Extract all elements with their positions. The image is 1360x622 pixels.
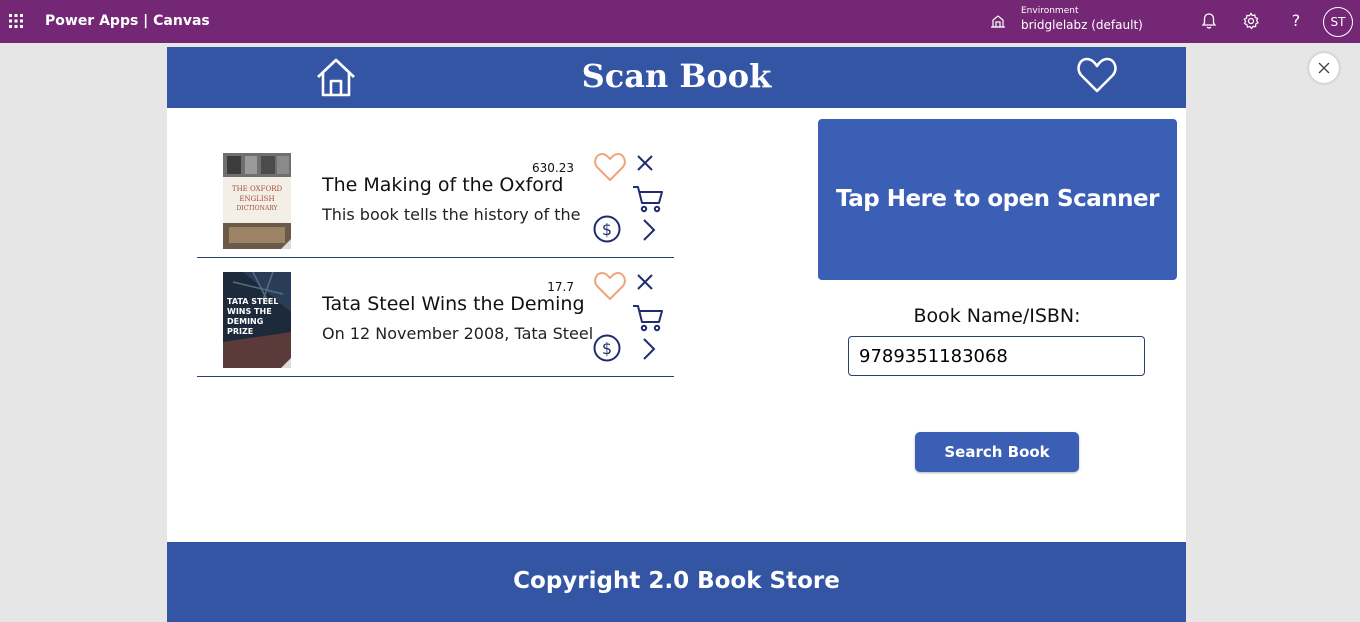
dollar-icon[interactable]: $ (593, 334, 621, 362)
cover-text-line: WINS THE (227, 307, 272, 316)
waffle-icon[interactable] (8, 13, 24, 29)
app-brand: Power Apps | Canvas (45, 13, 210, 29)
heart-icon[interactable] (1076, 55, 1118, 95)
environment-value[interactable]: bridglelabz (default) (1021, 18, 1143, 32)
cover-text-line: TATA STEEL (227, 297, 278, 306)
book-price: 17.7 (547, 280, 574, 294)
environment-icon (991, 15, 1005, 28)
isbn-label: Book Name/ISBN: (913, 305, 1081, 327)
book-title[interactable]: The Making of the Oxford (322, 174, 592, 196)
close-preview-button[interactable] (1309, 53, 1339, 83)
cart-icon[interactable] (632, 184, 664, 214)
cover-text-line: DICTIONARY (237, 205, 279, 212)
heart-icon[interactable] (593, 151, 627, 183)
close-icon[interactable] (635, 153, 655, 173)
book-list-item[interactable]: THE OXFORD ENGLISH DICTIONARY 630.23 The… (197, 139, 674, 258)
app-canvas: Scan Book THE OXFORD ENGLISH DICTIONARY (167, 47, 1186, 622)
book-description: This book tells the history of the (322, 205, 581, 224)
bell-icon[interactable] (1200, 12, 1218, 30)
environment-label: Environment (1021, 6, 1079, 16)
help-icon[interactable]: ? (1287, 12, 1305, 30)
cart-icon[interactable] (632, 303, 664, 333)
chevron-right-icon[interactable] (639, 217, 659, 243)
app-header: Scan Book (167, 47, 1186, 108)
book-description: On 12 November 2008, Tata Steel (322, 324, 592, 343)
cover-text-line: ENGLISH (239, 195, 274, 203)
power-apps-topbar: Power Apps | Canvas Environment bridglel… (0, 0, 1360, 43)
heart-icon[interactable] (593, 270, 627, 302)
footer-copyright: Copyright 2.0 Book Store (167, 542, 1186, 622)
svg-text:$: $ (602, 339, 612, 358)
book-gallery: THE OXFORD ENGLISH DICTIONARY 630.23 The… (197, 139, 674, 377)
book-list-item[interactable]: TATA STEEL WINS THE DEMING PRIZE 17.7 Ta… (197, 258, 674, 377)
user-avatar[interactable]: ST (1323, 7, 1353, 37)
open-scanner-button[interactable]: Tap Here to open Scanner (818, 119, 1177, 280)
close-icon[interactable] (635, 272, 655, 292)
cover-text-line: PRIZE (227, 327, 253, 336)
gear-icon[interactable] (1242, 12, 1260, 30)
home-icon[interactable] (314, 55, 358, 99)
book-title[interactable]: Tata Steel Wins the Deming (322, 293, 592, 315)
cover-text-line: DEMING (227, 317, 263, 326)
book-cover-image[interactable]: THE OXFORD ENGLISH DICTIONARY (223, 153, 291, 249)
close-icon (1318, 62, 1330, 74)
book-price: 630.23 (532, 161, 574, 175)
dollar-icon[interactable]: $ (593, 215, 621, 243)
isbn-input[interactable] (848, 336, 1145, 376)
search-book-button[interactable]: Search Book (915, 432, 1079, 472)
svg-text:$: $ (602, 220, 612, 239)
chevron-right-icon[interactable] (639, 336, 659, 362)
cover-text-line: THE OXFORD (232, 185, 283, 193)
book-cover-image[interactable]: TATA STEEL WINS THE DEMING PRIZE (223, 272, 291, 368)
